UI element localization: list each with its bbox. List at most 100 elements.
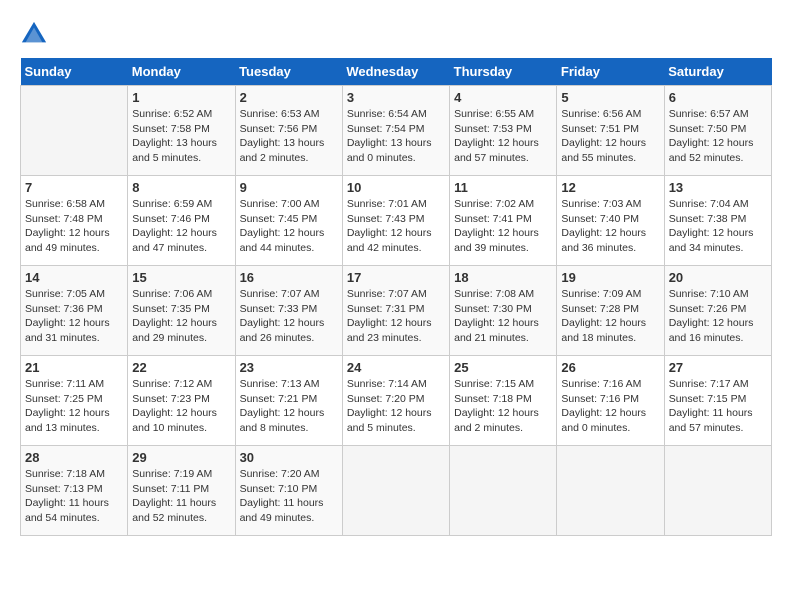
day-number: 24 [347,360,445,375]
table-row: 1 Sunrise: 6:52 AM Sunset: 7:58 PM Daylig… [128,86,235,176]
table-row: 13 Sunrise: 7:04 AM Sunset: 7:38 PM Dayli… [664,176,771,266]
table-row: 14 Sunrise: 7:05 AM Sunset: 7:36 PM Dayli… [21,266,128,356]
day-number: 2 [240,90,338,105]
day-number: 9 [240,180,338,195]
header-saturday: Saturday [664,58,771,86]
day-number: 23 [240,360,338,375]
table-row: 23 Sunrise: 7:13 AM Sunset: 7:21 PM Dayli… [235,356,342,446]
day-number: 17 [347,270,445,285]
day-info: Sunrise: 7:03 AM Sunset: 7:40 PM Dayligh… [561,197,659,256]
day-info: Sunrise: 7:08 AM Sunset: 7:30 PM Dayligh… [454,287,552,346]
day-number: 18 [454,270,552,285]
calendar-header-row: SundayMondayTuesdayWednesdayThursdayFrid… [21,58,772,86]
day-number: 4 [454,90,552,105]
table-row: 6 Sunrise: 6:57 AM Sunset: 7:50 PM Daylig… [664,86,771,176]
day-number: 27 [669,360,767,375]
table-row: 20 Sunrise: 7:10 AM Sunset: 7:26 PM Dayli… [664,266,771,356]
day-info: Sunrise: 7:20 AM Sunset: 7:10 PM Dayligh… [240,467,338,526]
day-number: 21 [25,360,123,375]
day-info: Sunrise: 6:52 AM Sunset: 7:58 PM Dayligh… [132,107,230,166]
table-row: 16 Sunrise: 7:07 AM Sunset: 7:33 PM Dayli… [235,266,342,356]
day-info: Sunrise: 7:01 AM Sunset: 7:43 PM Dayligh… [347,197,445,256]
table-row: 28 Sunrise: 7:18 AM Sunset: 7:13 PM Dayli… [21,446,128,536]
day-number: 30 [240,450,338,465]
table-row: 19 Sunrise: 7:09 AM Sunset: 7:28 PM Dayli… [557,266,664,356]
day-info: Sunrise: 7:13 AM Sunset: 7:21 PM Dayligh… [240,377,338,436]
day-info: Sunrise: 6:59 AM Sunset: 7:46 PM Dayligh… [132,197,230,256]
day-info: Sunrise: 7:05 AM Sunset: 7:36 PM Dayligh… [25,287,123,346]
table-row [342,446,449,536]
day-number: 26 [561,360,659,375]
week-row-3: 14 Sunrise: 7:05 AM Sunset: 7:36 PM Dayli… [21,266,772,356]
day-info: Sunrise: 7:19 AM Sunset: 7:11 PM Dayligh… [132,467,230,526]
day-info: Sunrise: 7:17 AM Sunset: 7:15 PM Dayligh… [669,377,767,436]
day-number: 20 [669,270,767,285]
header-sunday: Sunday [21,58,128,86]
day-number: 13 [669,180,767,195]
week-row-2: 7 Sunrise: 6:58 AM Sunset: 7:48 PM Daylig… [21,176,772,266]
table-row [450,446,557,536]
day-info: Sunrise: 6:58 AM Sunset: 7:48 PM Dayligh… [25,197,123,256]
day-info: Sunrise: 7:07 AM Sunset: 7:33 PM Dayligh… [240,287,338,346]
day-number: 6 [669,90,767,105]
calendar-table: SundayMondayTuesdayWednesdayThursdayFrid… [20,58,772,536]
day-info: Sunrise: 6:54 AM Sunset: 7:54 PM Dayligh… [347,107,445,166]
table-row: 18 Sunrise: 7:08 AM Sunset: 7:30 PM Dayli… [450,266,557,356]
day-number: 7 [25,180,123,195]
day-number: 8 [132,180,230,195]
day-number: 28 [25,450,123,465]
day-number: 11 [454,180,552,195]
day-info: Sunrise: 7:11 AM Sunset: 7:25 PM Dayligh… [25,377,123,436]
day-info: Sunrise: 7:10 AM Sunset: 7:26 PM Dayligh… [669,287,767,346]
table-row: 7 Sunrise: 6:58 AM Sunset: 7:48 PM Daylig… [21,176,128,266]
header-thursday: Thursday [450,58,557,86]
day-number: 14 [25,270,123,285]
day-number: 1 [132,90,230,105]
week-row-5: 28 Sunrise: 7:18 AM Sunset: 7:13 PM Dayli… [21,446,772,536]
table-row: 26 Sunrise: 7:16 AM Sunset: 7:16 PM Dayli… [557,356,664,446]
day-number: 25 [454,360,552,375]
header-monday: Monday [128,58,235,86]
table-row [21,86,128,176]
table-row [557,446,664,536]
day-number: 29 [132,450,230,465]
table-row: 11 Sunrise: 7:02 AM Sunset: 7:41 PM Dayli… [450,176,557,266]
table-row: 30 Sunrise: 7:20 AM Sunset: 7:10 PM Dayli… [235,446,342,536]
day-info: Sunrise: 7:16 AM Sunset: 7:16 PM Dayligh… [561,377,659,436]
logo [20,20,52,48]
day-info: Sunrise: 6:57 AM Sunset: 7:50 PM Dayligh… [669,107,767,166]
day-number: 5 [561,90,659,105]
table-row: 21 Sunrise: 7:11 AM Sunset: 7:25 PM Dayli… [21,356,128,446]
table-row: 5 Sunrise: 6:56 AM Sunset: 7:51 PM Daylig… [557,86,664,176]
logo-icon [20,20,48,48]
day-info: Sunrise: 7:07 AM Sunset: 7:31 PM Dayligh… [347,287,445,346]
day-info: Sunrise: 7:04 AM Sunset: 7:38 PM Dayligh… [669,197,767,256]
day-info: Sunrise: 7:09 AM Sunset: 7:28 PM Dayligh… [561,287,659,346]
day-info: Sunrise: 6:55 AM Sunset: 7:53 PM Dayligh… [454,107,552,166]
day-info: Sunrise: 7:14 AM Sunset: 7:20 PM Dayligh… [347,377,445,436]
table-row: 3Sunrise: 6:54 AM Sunset: 7:54 PM Daylig… [342,86,449,176]
week-row-4: 21 Sunrise: 7:11 AM Sunset: 7:25 PM Dayli… [21,356,772,446]
day-number: 12 [561,180,659,195]
table-row: 9 Sunrise: 7:00 AM Sunset: 7:45 PM Daylig… [235,176,342,266]
table-row: 15Sunrise: 7:06 AM Sunset: 7:35 PM Dayli… [128,266,235,356]
day-info: Sunrise: 7:00 AM Sunset: 7:45 PM Dayligh… [240,197,338,256]
table-row [664,446,771,536]
day-number: 16 [240,270,338,285]
table-row: 29 Sunrise: 7:19 AM Sunset: 7:11 PM Dayli… [128,446,235,536]
day-info: Sunrise: 6:56 AM Sunset: 7:51 PM Dayligh… [561,107,659,166]
table-row: 12 Sunrise: 7:03 AM Sunset: 7:40 PM Dayli… [557,176,664,266]
table-row: 8 Sunrise: 6:59 AM Sunset: 7:46 PM Daylig… [128,176,235,266]
table-row: 22Sunrise: 7:12 AM Sunset: 7:23 PM Dayli… [128,356,235,446]
day-info: Sunrise: 6:53 AM Sunset: 7:56 PM Dayligh… [240,107,338,166]
day-number: 15 [132,270,230,285]
day-info: Sunrise: 7:02 AM Sunset: 7:41 PM Dayligh… [454,197,552,256]
day-info: Sunrise: 7:18 AM Sunset: 7:13 PM Dayligh… [25,467,123,526]
day-number: 19 [561,270,659,285]
table-row: 27 Sunrise: 7:17 AM Sunset: 7:15 PM Dayli… [664,356,771,446]
header-tuesday: Tuesday [235,58,342,86]
day-number: 10 [347,180,445,195]
week-row-1: 1 Sunrise: 6:52 AM Sunset: 7:58 PM Daylig… [21,86,772,176]
page-header [20,20,772,48]
table-row: 25Sunrise: 7:15 AM Sunset: 7:18 PM Dayli… [450,356,557,446]
